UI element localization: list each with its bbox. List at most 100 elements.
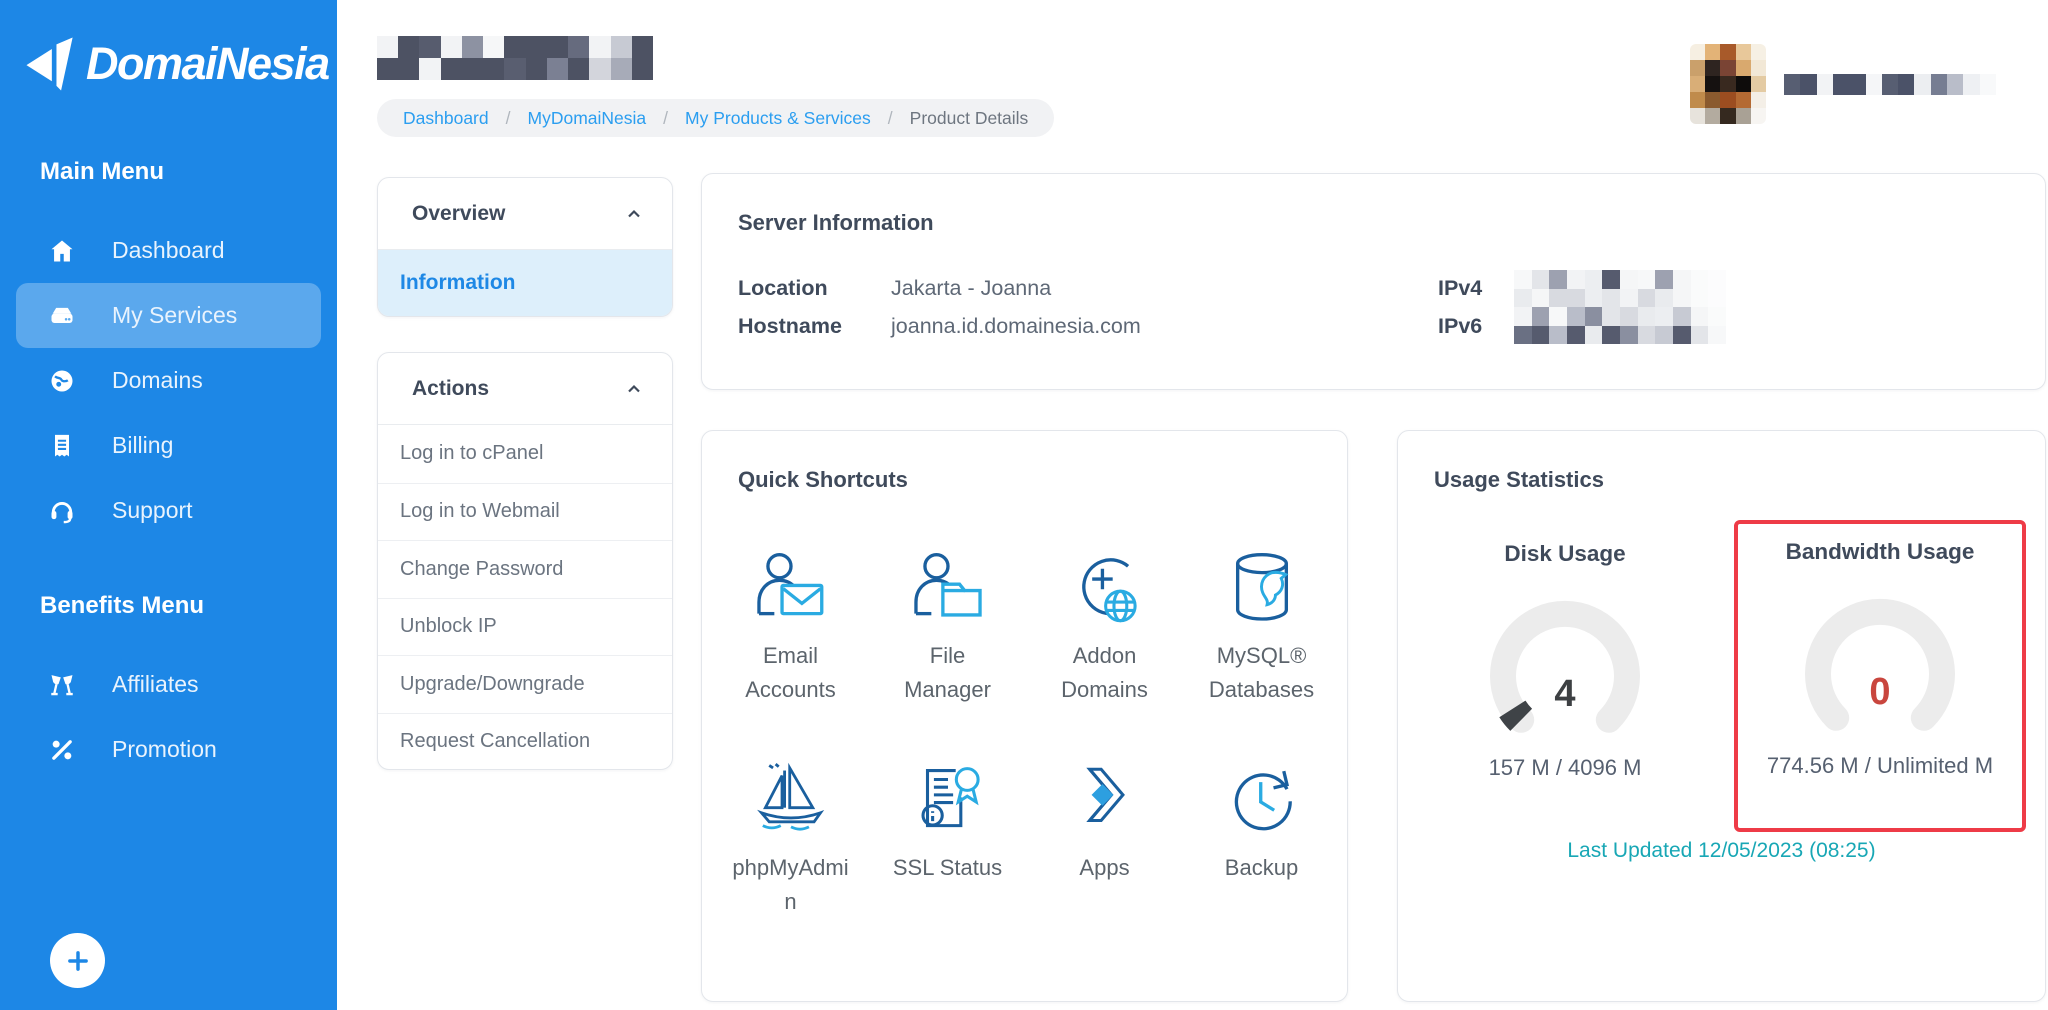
- sidebar-item-label: Affiliates: [112, 671, 199, 697]
- shortcut-backup[interactable]: Backup: [1183, 759, 1340, 919]
- bandwidth-usage-value: 0: [1869, 671, 1891, 713]
- breadcrumb-current: Product Details: [909, 107, 1029, 128]
- ssl-status-icon: [920, 767, 980, 828]
- shortcut-mysql-databases[interactable]: MySQL® Databases: [1183, 547, 1340, 707]
- hostname-value: joanna.id.domainesia.com: [891, 314, 1141, 338]
- breadcrumb: Dashboard / MyDomaiNesia / My Products &…: [377, 99, 1055, 137]
- actions-panel-title: Actions: [412, 376, 490, 400]
- sidebar: DomaiNesia Main Menu Dashboard My Servic…: [0, 0, 337, 1010]
- add-button[interactable]: [50, 933, 105, 988]
- cheers-icon: [48, 671, 76, 699]
- breadcrumb-my-products-services[interactable]: My Products & Services: [685, 108, 871, 129]
- sidebar-item-billing[interactable]: Billing: [16, 413, 321, 478]
- bandwidth-usage-gauge: 0: [1785, 589, 1975, 741]
- headset-icon: [48, 497, 76, 525]
- disk-usage-label: Disk Usage: [1504, 541, 1626, 566]
- globe-icon: [48, 367, 76, 395]
- ipv6-label: IPv6: [1438, 314, 1483, 338]
- hostname-label: Hostname: [738, 314, 842, 338]
- app-root: DomaiNesia Main Menu Dashboard My Servic…: [0, 0, 2048, 1010]
- location-value: Jakarta - Joanna: [891, 276, 1052, 300]
- file-manager-icon: [913, 553, 982, 617]
- action-login-cpanel[interactable]: Log in to cPanel: [378, 425, 672, 483]
- sidebar-item-affiliates[interactable]: Affiliates: [16, 652, 321, 717]
- shortcut-label: phpMyAdmin: [732, 855, 849, 915]
- actions-panel: Actions Log in to cPanel Log in to Webma…: [377, 352, 673, 770]
- action-request-cancellation[interactable]: Request Cancellation: [378, 712, 672, 771]
- overview-panel-title: Overview: [412, 201, 506, 225]
- shortcut-label: Email Accounts: [745, 643, 836, 703]
- quick-shortcuts-grid: Email Accounts File Manager Addon Domain…: [712, 547, 1340, 919]
- benefits-menu: Affiliates Promotion: [16, 652, 321, 782]
- shortcut-label: MySQL® Databases: [1208, 643, 1315, 703]
- sidebar-item-label: Billing: [112, 432, 174, 458]
- last-updated-note: Last Updated 12/05/2023 (08:25): [1567, 839, 1876, 862]
- email-accounts-icon: [756, 553, 823, 616]
- sidebar-item-domains[interactable]: Domains: [16, 348, 321, 413]
- action-upgrade-downgrade[interactable]: Upgrade/Downgrade: [378, 655, 672, 713]
- sidebar-item-label: Promotion: [112, 736, 217, 762]
- overview-panel-header[interactable]: Overview: [378, 178, 672, 250]
- quick-shortcuts-title: Quick Shortcuts: [738, 467, 908, 492]
- usage-statistics-title: Usage Statistics: [1434, 467, 1604, 492]
- action-unblock-ip[interactable]: Unblock IP: [378, 597, 672, 656]
- breadcrumb-mydomainesia[interactable]: MyDomaiNesia: [528, 108, 647, 129]
- action-login-webmail[interactable]: Log in to Webmail: [378, 482, 672, 541]
- avatar: [1690, 44, 1766, 124]
- ip-values-redacted: [1514, 270, 1726, 344]
- location-label: Location: [738, 276, 828, 300]
- breadcrumb-separator: /: [505, 107, 511, 128]
- apps-icon: [1085, 767, 1125, 823]
- usage-statistics-card: Usage Statistics Disk Usage 4 157 M / 40…: [1397, 430, 2046, 1002]
- bandwidth-highlight-box: Bandwidth Usage 0 774.56 M / Unlimited M: [1734, 520, 2026, 832]
- disk-usage-detail: 157 M / 4096 M: [1488, 755, 1642, 780]
- shortcut-label: Apps: [1079, 855, 1130, 881]
- quick-shortcuts-card: Quick Shortcuts Email Accounts File Mana…: [701, 430, 1348, 1002]
- shortcut-apps[interactable]: Apps: [1026, 759, 1183, 919]
- disk-usage-stat: Disk Usage 4 157 M / 4096 M: [1420, 541, 1710, 781]
- shortcut-label: Addon Domains: [1061, 643, 1148, 703]
- bandwidth-usage-stat: Bandwidth Usage 0 774.56 M / Unlimited M: [1738, 539, 2022, 779]
- chevron-up-icon: [628, 209, 640, 217]
- server-icon: [48, 302, 76, 330]
- sidebar-item-label: Dashboard: [112, 237, 225, 263]
- sidebar-item-promotion[interactable]: Promotion: [16, 717, 321, 782]
- ipv4-label: IPv4: [1438, 276, 1483, 300]
- benefits-menu-heading: Benefits Menu: [40, 592, 205, 619]
- addon-domains-icon: [1081, 558, 1137, 623]
- percent-icon: [48, 736, 76, 764]
- plus-icon: [67, 950, 88, 971]
- breadcrumb-dashboard[interactable]: Dashboard: [403, 108, 489, 129]
- receipt-icon: [48, 432, 76, 460]
- shortcut-addon-domains[interactable]: Addon Domains: [1026, 547, 1183, 707]
- shortcut-email-accounts[interactable]: Email Accounts: [712, 547, 869, 707]
- shortcut-ssl-status[interactable]: SSL Status: [869, 759, 1026, 919]
- overview-item-information[interactable]: Information: [378, 250, 672, 316]
- disk-usage-gauge: 4: [1470, 591, 1660, 743]
- shortcut-label: Backup: [1224, 855, 1299, 881]
- breadcrumb-separator: /: [887, 107, 893, 128]
- brand-logo-text: DomaiNesia: [86, 38, 330, 89]
- page-title-redacted: [377, 36, 653, 80]
- server-information-card: Server Information Location Jakarta - Jo…: [701, 173, 2046, 390]
- bandwidth-usage-detail: 774.56 M / Unlimited M: [1766, 753, 1994, 778]
- brand-logo[interactable]: DomaiNesia: [24, 34, 330, 94]
- user-menu[interactable]: [1690, 44, 1996, 124]
- server-information-title: Server Information: [738, 210, 934, 235]
- ip-labels: IPv4 IPv6: [1438, 276, 1482, 339]
- sidebar-item-my-services[interactable]: My Services: [16, 283, 321, 348]
- shortcut-phpmyadmin[interactable]: phpMyAdmin: [712, 759, 869, 919]
- shortcut-label: SSL Status: [892, 855, 1003, 881]
- overview-panel: Overview Information: [377, 177, 673, 317]
- action-change-password[interactable]: Change Password: [378, 540, 672, 598]
- server-info-rows: Location Jakarta - Joanna Hostname joann…: [738, 276, 1141, 339]
- disk-usage-value: 4: [1554, 673, 1576, 715]
- sidebar-item-label: Support: [112, 497, 193, 523]
- shortcut-file-manager[interactable]: File Manager: [869, 547, 1026, 707]
- sidebar-item-support[interactable]: Support: [16, 478, 321, 543]
- sidebar-item-dashboard[interactable]: Dashboard: [16, 218, 321, 283]
- sidebar-item-label: My Services: [112, 302, 238, 328]
- breadcrumb-separator: /: [663, 107, 669, 128]
- actions-panel-header[interactable]: Actions: [378, 353, 672, 425]
- phpmyadmin-icon: [756, 762, 824, 831]
